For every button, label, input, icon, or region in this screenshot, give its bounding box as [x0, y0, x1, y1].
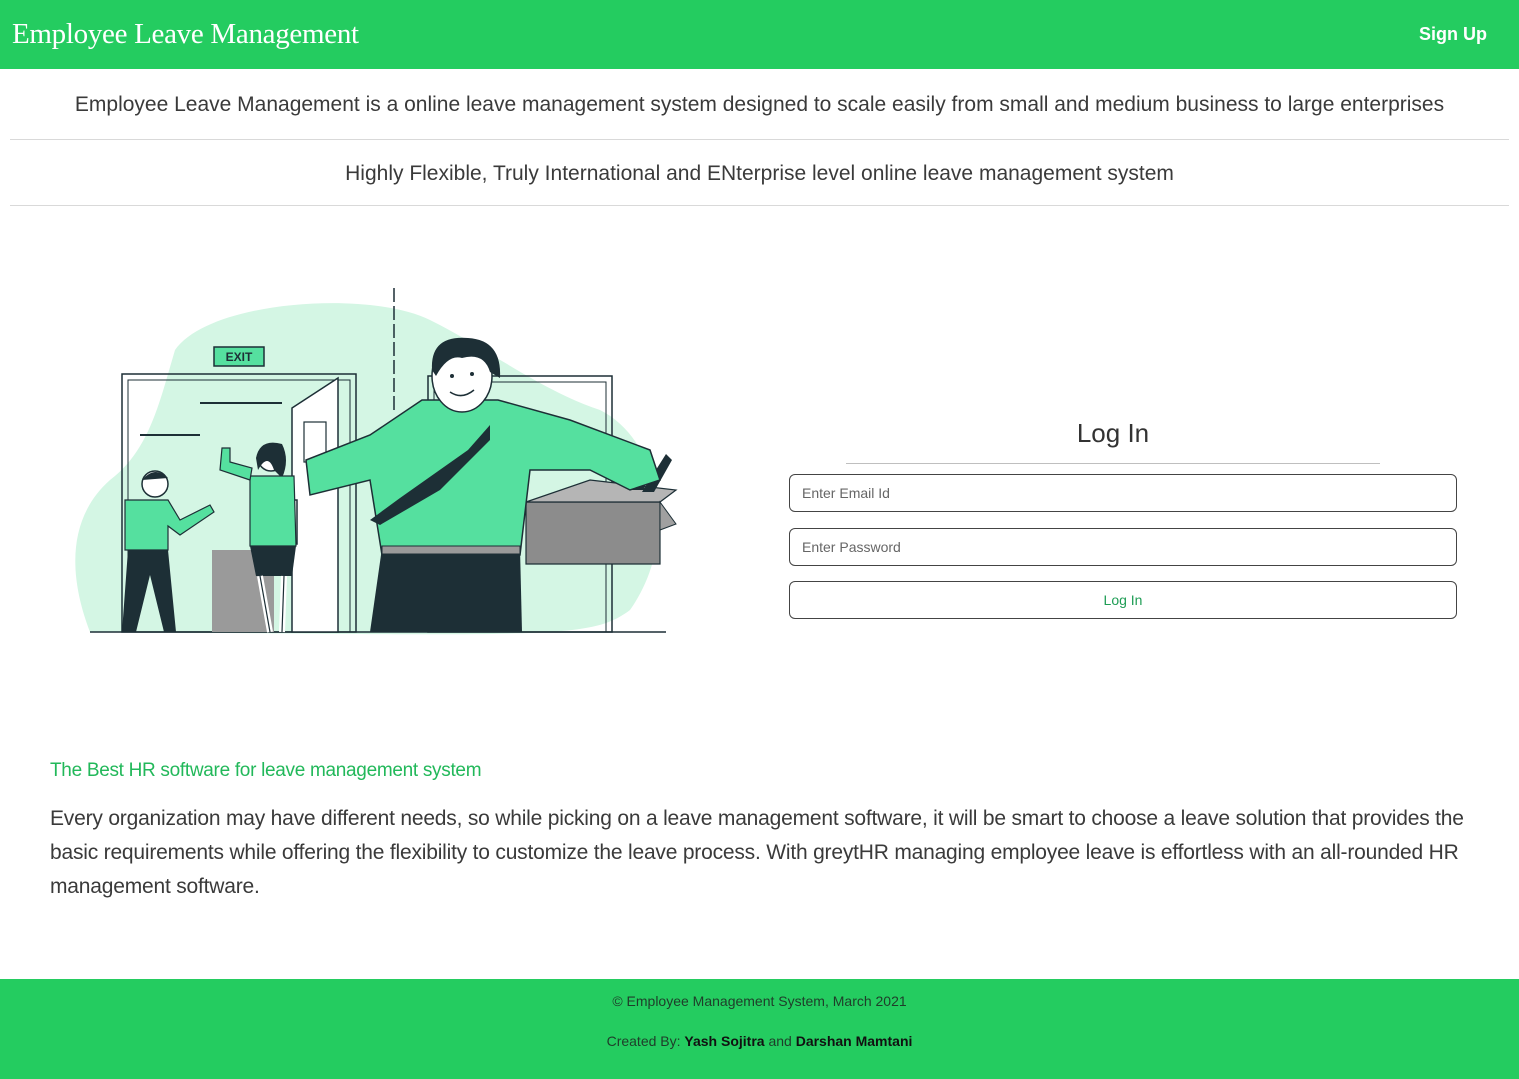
login-title: Log In — [846, 418, 1380, 464]
created-by-label: Created By: — [606, 1033, 681, 1049]
footer: © Employee Management System, March 2021… — [0, 979, 1519, 1079]
signup-link[interactable]: Sign Up — [1419, 24, 1487, 45]
navbar: Employee Leave Management Sign Up — [0, 0, 1519, 69]
office-exit-illustration: EXIT — [75, 288, 678, 635]
footer-copyright: © Employee Management System, March 2021 — [612, 993, 907, 1009]
password-field[interactable] — [789, 528, 1457, 566]
info-heading: The Best HR software for leave managemen… — [50, 760, 482, 781]
footer-credits: Created By: Yash Sojitra and Darshan Mam… — [0, 1033, 1519, 1049]
info-body: Every organization may have different ne… — [50, 807, 1464, 898]
tagline-secondary: Highly Flexible, Truly International and… — [10, 140, 1509, 206]
credits-joiner: and — [768, 1033, 792, 1049]
author-yash: Yash Sojitra — [684, 1033, 765, 1049]
author-darshan: Darshan Mamtani — [795, 1033, 913, 1049]
login-button[interactable]: Log In — [789, 581, 1457, 619]
open-door — [291, 376, 339, 633]
tagline-primary: Employee Leave Management is a online le… — [10, 69, 1509, 140]
email-field[interactable] — [789, 474, 1457, 512]
brand-title[interactable]: Employee Leave Management — [12, 18, 359, 51]
exit-sign-text: EXIT — [226, 350, 253, 364]
